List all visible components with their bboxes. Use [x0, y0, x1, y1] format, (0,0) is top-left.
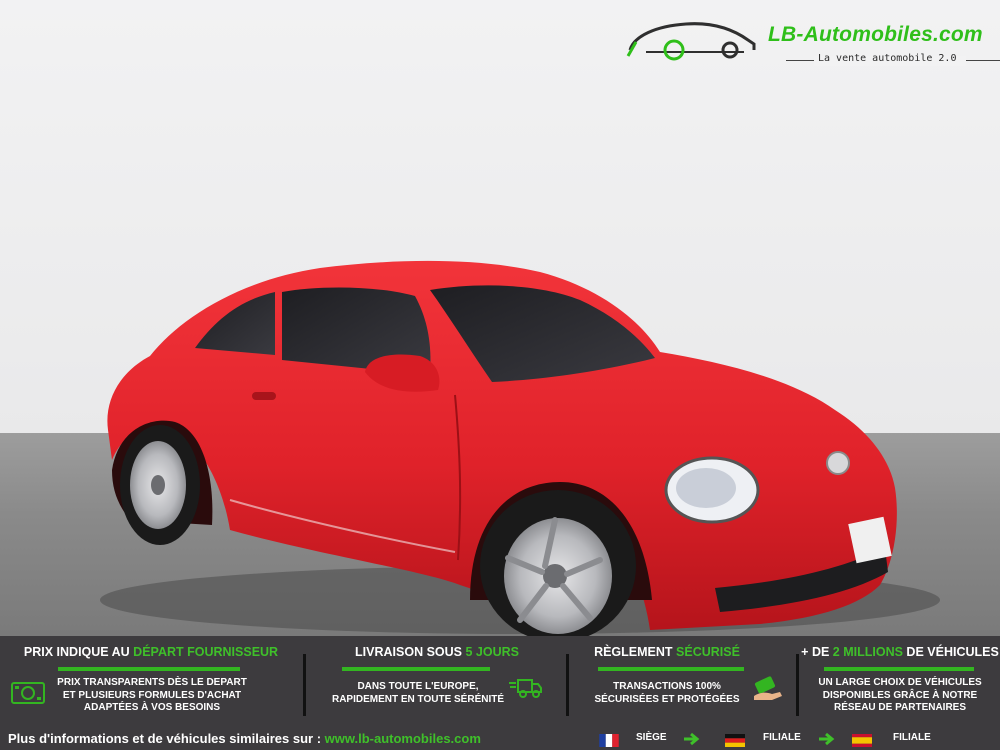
car-logo-icon — [626, 22, 756, 61]
divider — [303, 654, 306, 716]
feature-title: PRIX INDIQUE AU DÉPART FOURNISSEUR — [23, 645, 279, 659]
arrow-right-icon — [684, 732, 700, 746]
feature-description: PRIX TRANSPARENTS DÈS LE DEPART ET PLUSI… — [57, 677, 247, 713]
feature-underline — [58, 667, 240, 671]
spain-flag — [852, 734, 872, 747]
feature-description: UN LARGE CHOIX DE VÉHICULES DISPONIBLES … — [818, 677, 982, 713]
feature-underline — [824, 667, 974, 671]
arrow-right-icon — [819, 732, 835, 746]
rear-wheel — [120, 425, 200, 545]
brand-tagline: La vente automobile 2.0 — [818, 53, 957, 64]
front-wheel — [480, 490, 636, 636]
feature-underline — [342, 667, 490, 671]
headlight-lens — [676, 468, 736, 508]
secure-payment-icon — [754, 676, 782, 700]
door-handle — [252, 392, 276, 400]
more-info-text: Plus d'informations et de véhicules simi… — [8, 731, 481, 746]
website-link[interactable]: www.lb-automobiles.com — [325, 731, 481, 746]
france-flag — [599, 734, 619, 747]
feature-banner: PRIX INDIQUE AU DÉPART FOURNISSEUR PRIX … — [0, 636, 1000, 750]
location-label: FILIALE — [893, 732, 931, 743]
divider — [796, 654, 799, 716]
brand-logo: LB-Automobiles.com La vente automobile 2… — [626, 18, 1000, 70]
feature-delivery: LIVRAISON SOUS 5 JOURS DANS TOUTE L'EURO… — [308, 636, 566, 726]
car-illustration — [100, 260, 940, 636]
feature-title: LIVRAISON SOUS 5 JOURS — [355, 645, 519, 659]
germany-flag — [725, 734, 745, 747]
feature-title: RÈGLEMENT SÉCURISÉ — [594, 645, 740, 659]
feature-vehicle-count: + DE 2 MILLIONS DE VÉHICULES UN LARGE CH… — [800, 636, 1000, 726]
money-icon — [11, 682, 45, 704]
feature-price: PRIX INDIQUE AU DÉPART FOURNISSEUR PRIX … — [0, 636, 302, 726]
car-photo: LB-Automobiles.com La vente automobile 2… — [0, 0, 1000, 636]
feature-underline — [598, 667, 744, 671]
location-label: FILIALE — [763, 732, 801, 743]
feature-title: + DE 2 MILLIONS DE VÉHICULES — [801, 645, 999, 659]
divider — [566, 654, 569, 716]
feature-description: DANS TOUTE L'EUROPE, RAPIDEMENT EN TOUTE… — [331, 681, 505, 705]
vw-badge — [826, 451, 850, 475]
brand-name: LB-Automobiles.com — [768, 23, 983, 46]
footer-strip: Plus d'informations et de véhicules simi… — [0, 728, 1000, 750]
delivery-truck-icon — [509, 679, 542, 698]
location-label: SIÈGE — [636, 732, 667, 743]
feature-secure-payment: RÈGLEMENT SÉCURISÉ TRANSACTIONS 100% SÉC… — [572, 636, 796, 726]
feature-description: TRANSACTIONS 100% SÉCURISÉES ET PROTÉGÉE… — [594, 681, 740, 705]
